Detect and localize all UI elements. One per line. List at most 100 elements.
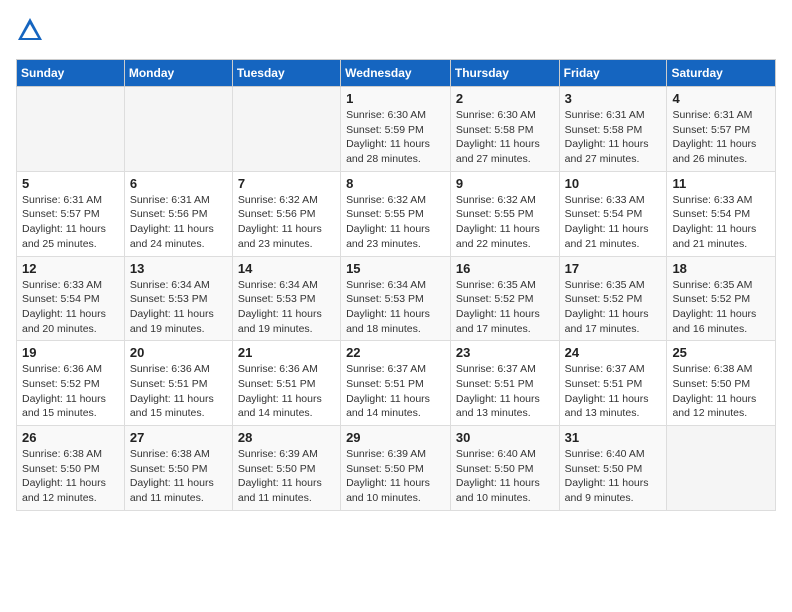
day-number: 4: [672, 91, 770, 106]
calendar-header-friday: Friday: [559, 60, 667, 87]
logo-icon: [16, 16, 44, 44]
day-info: Sunrise: 6:39 AM Sunset: 5:50 PM Dayligh…: [346, 447, 445, 506]
calendar-header-monday: Monday: [124, 60, 232, 87]
day-info: Sunrise: 6:37 AM Sunset: 5:51 PM Dayligh…: [456, 362, 554, 421]
day-number: 25: [672, 345, 770, 360]
calendar-cell: 5Sunrise: 6:31 AM Sunset: 5:57 PM Daylig…: [17, 171, 125, 256]
day-info: Sunrise: 6:38 AM Sunset: 5:50 PM Dayligh…: [672, 362, 770, 421]
day-info: Sunrise: 6:33 AM Sunset: 5:54 PM Dayligh…: [22, 278, 119, 337]
day-info: Sunrise: 6:40 AM Sunset: 5:50 PM Dayligh…: [565, 447, 662, 506]
day-number: 15: [346, 261, 445, 276]
calendar-header-thursday: Thursday: [450, 60, 559, 87]
calendar-cell: 4 Sunrise: 6:31 AM Sunset: 5:57 PM Daylig…: [667, 87, 776, 172]
calendar-cell: 22Sunrise: 6:37 AM Sunset: 5:51 PM Dayli…: [341, 341, 451, 426]
day-number: 18: [672, 261, 770, 276]
day-info: Sunrise: 6:32 AM Sunset: 5:55 PM Dayligh…: [456, 193, 554, 252]
day-number: 29: [346, 430, 445, 445]
calendar-cell: 31 Sunrise: 6:40 AM Sunset: 5:50 PM Dayli…: [559, 426, 667, 511]
day-info: Sunrise: 6:37 AM Sunset: 5:51 PM Dayligh…: [565, 362, 662, 421]
day-info: Sunrise: 6:35 AM Sunset: 5:52 PM Dayligh…: [672, 278, 770, 337]
calendar-week-row: 1 Sunrise: 6:30 AM Sunset: 5:59 PM Daylig…: [17, 87, 776, 172]
day-number: 19: [22, 345, 119, 360]
calendar-cell: 12 Sunrise: 6:33 AM Sunset: 5:54 PM Dayli…: [17, 256, 125, 341]
calendar-cell: 14 Sunrise: 6:34 AM Sunset: 5:53 PM Dayli…: [232, 256, 340, 341]
page-header: [16, 16, 776, 51]
day-number: 17: [565, 261, 662, 276]
day-info: Sunrise: 6:39 AM Sunset: 5:50 PM Dayligh…: [238, 447, 335, 506]
day-info: Sunrise: 6:31 AM Sunset: 5:57 PM Dayligh…: [22, 193, 119, 252]
day-info: Sunrise: 6:36 AM Sunset: 5:51 PM Dayligh…: [130, 362, 227, 421]
calendar-cell: 16 Sunrise: 6:35 AM Sunset: 5:52 PM Dayli…: [450, 256, 559, 341]
day-info: Sunrise: 6:40 AM Sunset: 5:50 PM Dayligh…: [456, 447, 554, 506]
day-number: 13: [130, 261, 227, 276]
day-number: 8: [346, 176, 445, 191]
logo: [16, 16, 46, 51]
day-info: Sunrise: 6:34 AM Sunset: 5:53 PM Dayligh…: [346, 278, 445, 337]
day-info: Sunrise: 6:30 AM Sunset: 5:59 PM Dayligh…: [346, 108, 445, 167]
day-number: 27: [130, 430, 227, 445]
calendar-cell: 2Sunrise: 6:30 AM Sunset: 5:58 PM Daylig…: [450, 87, 559, 172]
calendar-cell: 1 Sunrise: 6:30 AM Sunset: 5:59 PM Daylig…: [341, 87, 451, 172]
day-number: 1: [346, 91, 445, 106]
day-number: 11: [672, 176, 770, 191]
day-number: 30: [456, 430, 554, 445]
calendar-cell: [232, 87, 340, 172]
calendar-cell: 7 Sunrise: 6:32 AM Sunset: 5:56 PM Daylig…: [232, 171, 340, 256]
day-info: Sunrise: 6:33 AM Sunset: 5:54 PM Dayligh…: [672, 193, 770, 252]
day-number: 2: [456, 91, 554, 106]
calendar-week-row: 19 Sunrise: 6:36 AM Sunset: 5:52 PM Dayli…: [17, 341, 776, 426]
day-info: Sunrise: 6:31 AM Sunset: 5:57 PM Dayligh…: [672, 108, 770, 167]
calendar-cell: 26 Sunrise: 6:38 AM Sunset: 5:50 PM Dayli…: [17, 426, 125, 511]
calendar-cell: 15 Sunrise: 6:34 AM Sunset: 5:53 PM Dayli…: [341, 256, 451, 341]
day-info: Sunrise: 6:34 AM Sunset: 5:53 PM Dayligh…: [238, 278, 335, 337]
day-info: Sunrise: 6:31 AM Sunset: 5:58 PM Dayligh…: [565, 108, 662, 167]
day-number: 16: [456, 261, 554, 276]
calendar-week-row: 5Sunrise: 6:31 AM Sunset: 5:57 PM Daylig…: [17, 171, 776, 256]
calendar-cell: [667, 426, 776, 511]
day-number: 10: [565, 176, 662, 191]
calendar-header-tuesday: Tuesday: [232, 60, 340, 87]
day-info: Sunrise: 6:34 AM Sunset: 5:53 PM Dayligh…: [130, 278, 227, 337]
day-info: Sunrise: 6:35 AM Sunset: 5:52 PM Dayligh…: [565, 278, 662, 337]
calendar-header-saturday: Saturday: [667, 60, 776, 87]
calendar-cell: 20Sunrise: 6:36 AM Sunset: 5:51 PM Dayli…: [124, 341, 232, 426]
day-number: 7: [238, 176, 335, 191]
day-number: 28: [238, 430, 335, 445]
day-number: 3: [565, 91, 662, 106]
calendar-cell: 6 Sunrise: 6:31 AM Sunset: 5:56 PM Daylig…: [124, 171, 232, 256]
calendar-week-row: 26 Sunrise: 6:38 AM Sunset: 5:50 PM Dayli…: [17, 426, 776, 511]
day-info: Sunrise: 6:33 AM Sunset: 5:54 PM Dayligh…: [565, 193, 662, 252]
day-info: Sunrise: 6:38 AM Sunset: 5:50 PM Dayligh…: [22, 447, 119, 506]
calendar-cell: 25 Sunrise: 6:38 AM Sunset: 5:50 PM Dayli…: [667, 341, 776, 426]
calendar-cell: 28 Sunrise: 6:39 AM Sunset: 5:50 PM Dayli…: [232, 426, 340, 511]
day-number: 6: [130, 176, 227, 191]
day-info: Sunrise: 6:31 AM Sunset: 5:56 PM Dayligh…: [130, 193, 227, 252]
calendar-cell: 27 Sunrise: 6:38 AM Sunset: 5:50 PM Dayli…: [124, 426, 232, 511]
calendar-header-wednesday: Wednesday: [341, 60, 451, 87]
day-info: Sunrise: 6:38 AM Sunset: 5:50 PM Dayligh…: [130, 447, 227, 506]
calendar-cell: 24 Sunrise: 6:37 AM Sunset: 5:51 PM Dayli…: [559, 341, 667, 426]
day-info: Sunrise: 6:35 AM Sunset: 5:52 PM Dayligh…: [456, 278, 554, 337]
day-number: 26: [22, 430, 119, 445]
calendar-table: SundayMondayTuesdayWednesdayThursdayFrid…: [16, 59, 776, 511]
calendar-cell: 23Sunrise: 6:37 AM Sunset: 5:51 PM Dayli…: [450, 341, 559, 426]
calendar-cell: 11 Sunrise: 6:33 AM Sunset: 5:54 PM Dayli…: [667, 171, 776, 256]
calendar-cell: 9 Sunrise: 6:32 AM Sunset: 5:55 PM Daylig…: [450, 171, 559, 256]
calendar-header-sunday: Sunday: [17, 60, 125, 87]
day-number: 14: [238, 261, 335, 276]
day-info: Sunrise: 6:36 AM Sunset: 5:52 PM Dayligh…: [22, 362, 119, 421]
calendar-week-row: 12 Sunrise: 6:33 AM Sunset: 5:54 PM Dayli…: [17, 256, 776, 341]
calendar-cell: 21Sunrise: 6:36 AM Sunset: 5:51 PM Dayli…: [232, 341, 340, 426]
day-info: Sunrise: 6:36 AM Sunset: 5:51 PM Dayligh…: [238, 362, 335, 421]
calendar-cell: 17 Sunrise: 6:35 AM Sunset: 5:52 PM Dayli…: [559, 256, 667, 341]
calendar-cell: 10 Sunrise: 6:33 AM Sunset: 5:54 PM Dayli…: [559, 171, 667, 256]
day-number: 22: [346, 345, 445, 360]
calendar-cell: [124, 87, 232, 172]
day-number: 24: [565, 345, 662, 360]
day-number: 12: [22, 261, 119, 276]
day-number: 31: [565, 430, 662, 445]
calendar-cell: 30 Sunrise: 6:40 AM Sunset: 5:50 PM Dayli…: [450, 426, 559, 511]
day-info: Sunrise: 6:32 AM Sunset: 5:56 PM Dayligh…: [238, 193, 335, 252]
day-number: 9: [456, 176, 554, 191]
calendar-cell: 3 Sunrise: 6:31 AM Sunset: 5:58 PM Daylig…: [559, 87, 667, 172]
